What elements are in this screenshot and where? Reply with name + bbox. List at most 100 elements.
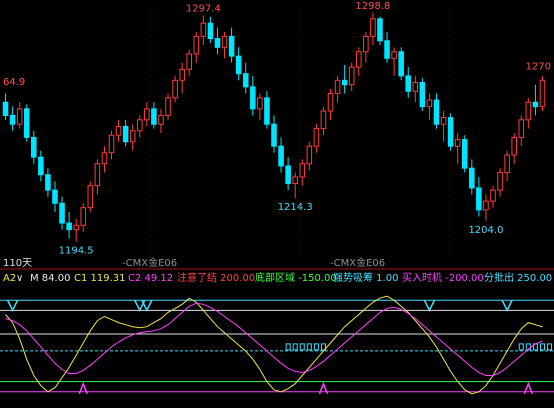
candle-body bbox=[179, 68, 185, 81]
candle bbox=[377, 16, 383, 46]
price-extreme-label: 1297.4 bbox=[186, 4, 221, 15]
candle-body bbox=[221, 35, 228, 48]
candle bbox=[23, 104, 30, 142]
candle-body bbox=[87, 185, 94, 209]
candle-body bbox=[31, 136, 37, 158]
candle-body bbox=[426, 99, 433, 108]
candle-body bbox=[419, 81, 426, 108]
candle-body bbox=[38, 156, 44, 176]
candle bbox=[165, 93, 171, 120]
candle-body bbox=[207, 22, 214, 40]
candle-body bbox=[320, 110, 327, 130]
candle-body bbox=[384, 40, 390, 59]
candle-body bbox=[306, 145, 313, 165]
chevron-down-icon[interactable]: ∨ bbox=[16, 273, 23, 284]
price-extreme-label: 1194.5 bbox=[59, 246, 94, 257]
indicator-value: 分批出 250.00 bbox=[484, 271, 552, 284]
indicator-value: 强势吸筹 1.00 bbox=[333, 271, 398, 284]
indicator-value: M 84.00 bbox=[30, 273, 70, 284]
candle-body bbox=[483, 200, 489, 211]
candle-body bbox=[511, 136, 517, 156]
candle-body bbox=[313, 128, 320, 147]
candle-body bbox=[257, 97, 263, 110]
candle-body bbox=[144, 108, 150, 121]
candle-body bbox=[504, 154, 510, 174]
candle-body bbox=[23, 108, 30, 138]
candle-body bbox=[165, 97, 171, 116]
indicator-value: C1 119.31 bbox=[74, 273, 126, 284]
candle-body bbox=[292, 176, 298, 185]
indicator-legend-bar: A2 ∨ M 84.00 C1 119.31 C2 49.12 注意了结 200.00… bbox=[3, 271, 552, 284]
candle-body bbox=[108, 134, 115, 154]
candle-body bbox=[398, 51, 404, 77]
candle-body bbox=[94, 163, 101, 187]
candle-body bbox=[52, 189, 58, 204]
indicator-value: C2 49.12 bbox=[128, 273, 173, 284]
candle-body bbox=[271, 123, 277, 147]
candle-body bbox=[405, 75, 412, 92]
candle-body bbox=[66, 222, 72, 231]
candle-body bbox=[200, 22, 207, 37]
price-extreme-label: 1270 bbox=[526, 62, 551, 73]
candle-body bbox=[151, 108, 157, 125]
watermark-left: -CMX金E06 bbox=[122, 256, 177, 269]
candle-body bbox=[440, 117, 447, 125]
candle-body bbox=[539, 79, 546, 108]
price-extreme-label: 1214.3 bbox=[278, 202, 313, 213]
candle-body bbox=[461, 139, 468, 169]
chart-canvas: 64.9 1297.4 1298.8 1270 1194.5 1214.3 1204.0 1… bbox=[0, 0, 554, 408]
price-extreme-label: 64.9 bbox=[3, 77, 25, 88]
candle-body bbox=[476, 187, 482, 211]
candle-body bbox=[433, 99, 440, 125]
candle-body bbox=[469, 167, 475, 189]
candle-body bbox=[497, 172, 503, 191]
candle-body bbox=[454, 139, 461, 147]
candle-body bbox=[73, 224, 79, 231]
candle bbox=[172, 75, 178, 103]
candle-body bbox=[285, 165, 291, 185]
candle-body bbox=[370, 18, 376, 37]
candle-body bbox=[186, 53, 193, 70]
indicator-value: 底部区域 -150.00 bbox=[255, 271, 337, 284]
candle-body bbox=[136, 119, 143, 132]
candle-body bbox=[341, 79, 348, 86]
candle-body bbox=[228, 35, 235, 57]
candle bbox=[87, 181, 94, 213]
candle-body bbox=[363, 35, 369, 53]
price-extreme-label: 1298.8 bbox=[355, 1, 390, 12]
candle-body bbox=[490, 189, 496, 202]
price-extreme-label: 1204.0 bbox=[468, 225, 503, 236]
watermark-right: -CMX金E06 bbox=[330, 256, 385, 269]
candle-body bbox=[80, 207, 87, 226]
candle-body bbox=[391, 51, 397, 59]
candle bbox=[539, 75, 546, 112]
indicator-value: 买入时机 -200.00 bbox=[402, 271, 484, 284]
candle-body bbox=[278, 145, 284, 167]
candle-body bbox=[327, 92, 334, 112]
candle-body bbox=[242, 73, 249, 88]
candle bbox=[447, 113, 454, 151]
candle-body bbox=[172, 79, 178, 99]
candle-body bbox=[16, 108, 23, 125]
candle-body bbox=[412, 81, 419, 92]
candle-body bbox=[129, 130, 136, 143]
candle-body bbox=[101, 152, 108, 165]
candle-body bbox=[518, 119, 525, 138]
candle-body bbox=[45, 174, 51, 191]
candle-body bbox=[250, 86, 256, 110]
candle bbox=[398, 47, 404, 81]
candle-body bbox=[9, 114, 16, 125]
candle-body bbox=[348, 66, 355, 86]
candle-body bbox=[525, 101, 532, 121]
candle-body bbox=[334, 79, 341, 94]
indicator-name[interactable]: A2 bbox=[3, 273, 16, 284]
period-label: 110天 bbox=[3, 258, 32, 269]
candle-body bbox=[447, 117, 454, 147]
candle-body bbox=[115, 125, 122, 136]
candle-body bbox=[214, 38, 221, 48]
candle-body bbox=[235, 55, 242, 75]
candle-body bbox=[299, 163, 306, 178]
candle-body bbox=[532, 101, 539, 108]
candle-body bbox=[158, 114, 164, 125]
candle-body bbox=[377, 18, 383, 42]
